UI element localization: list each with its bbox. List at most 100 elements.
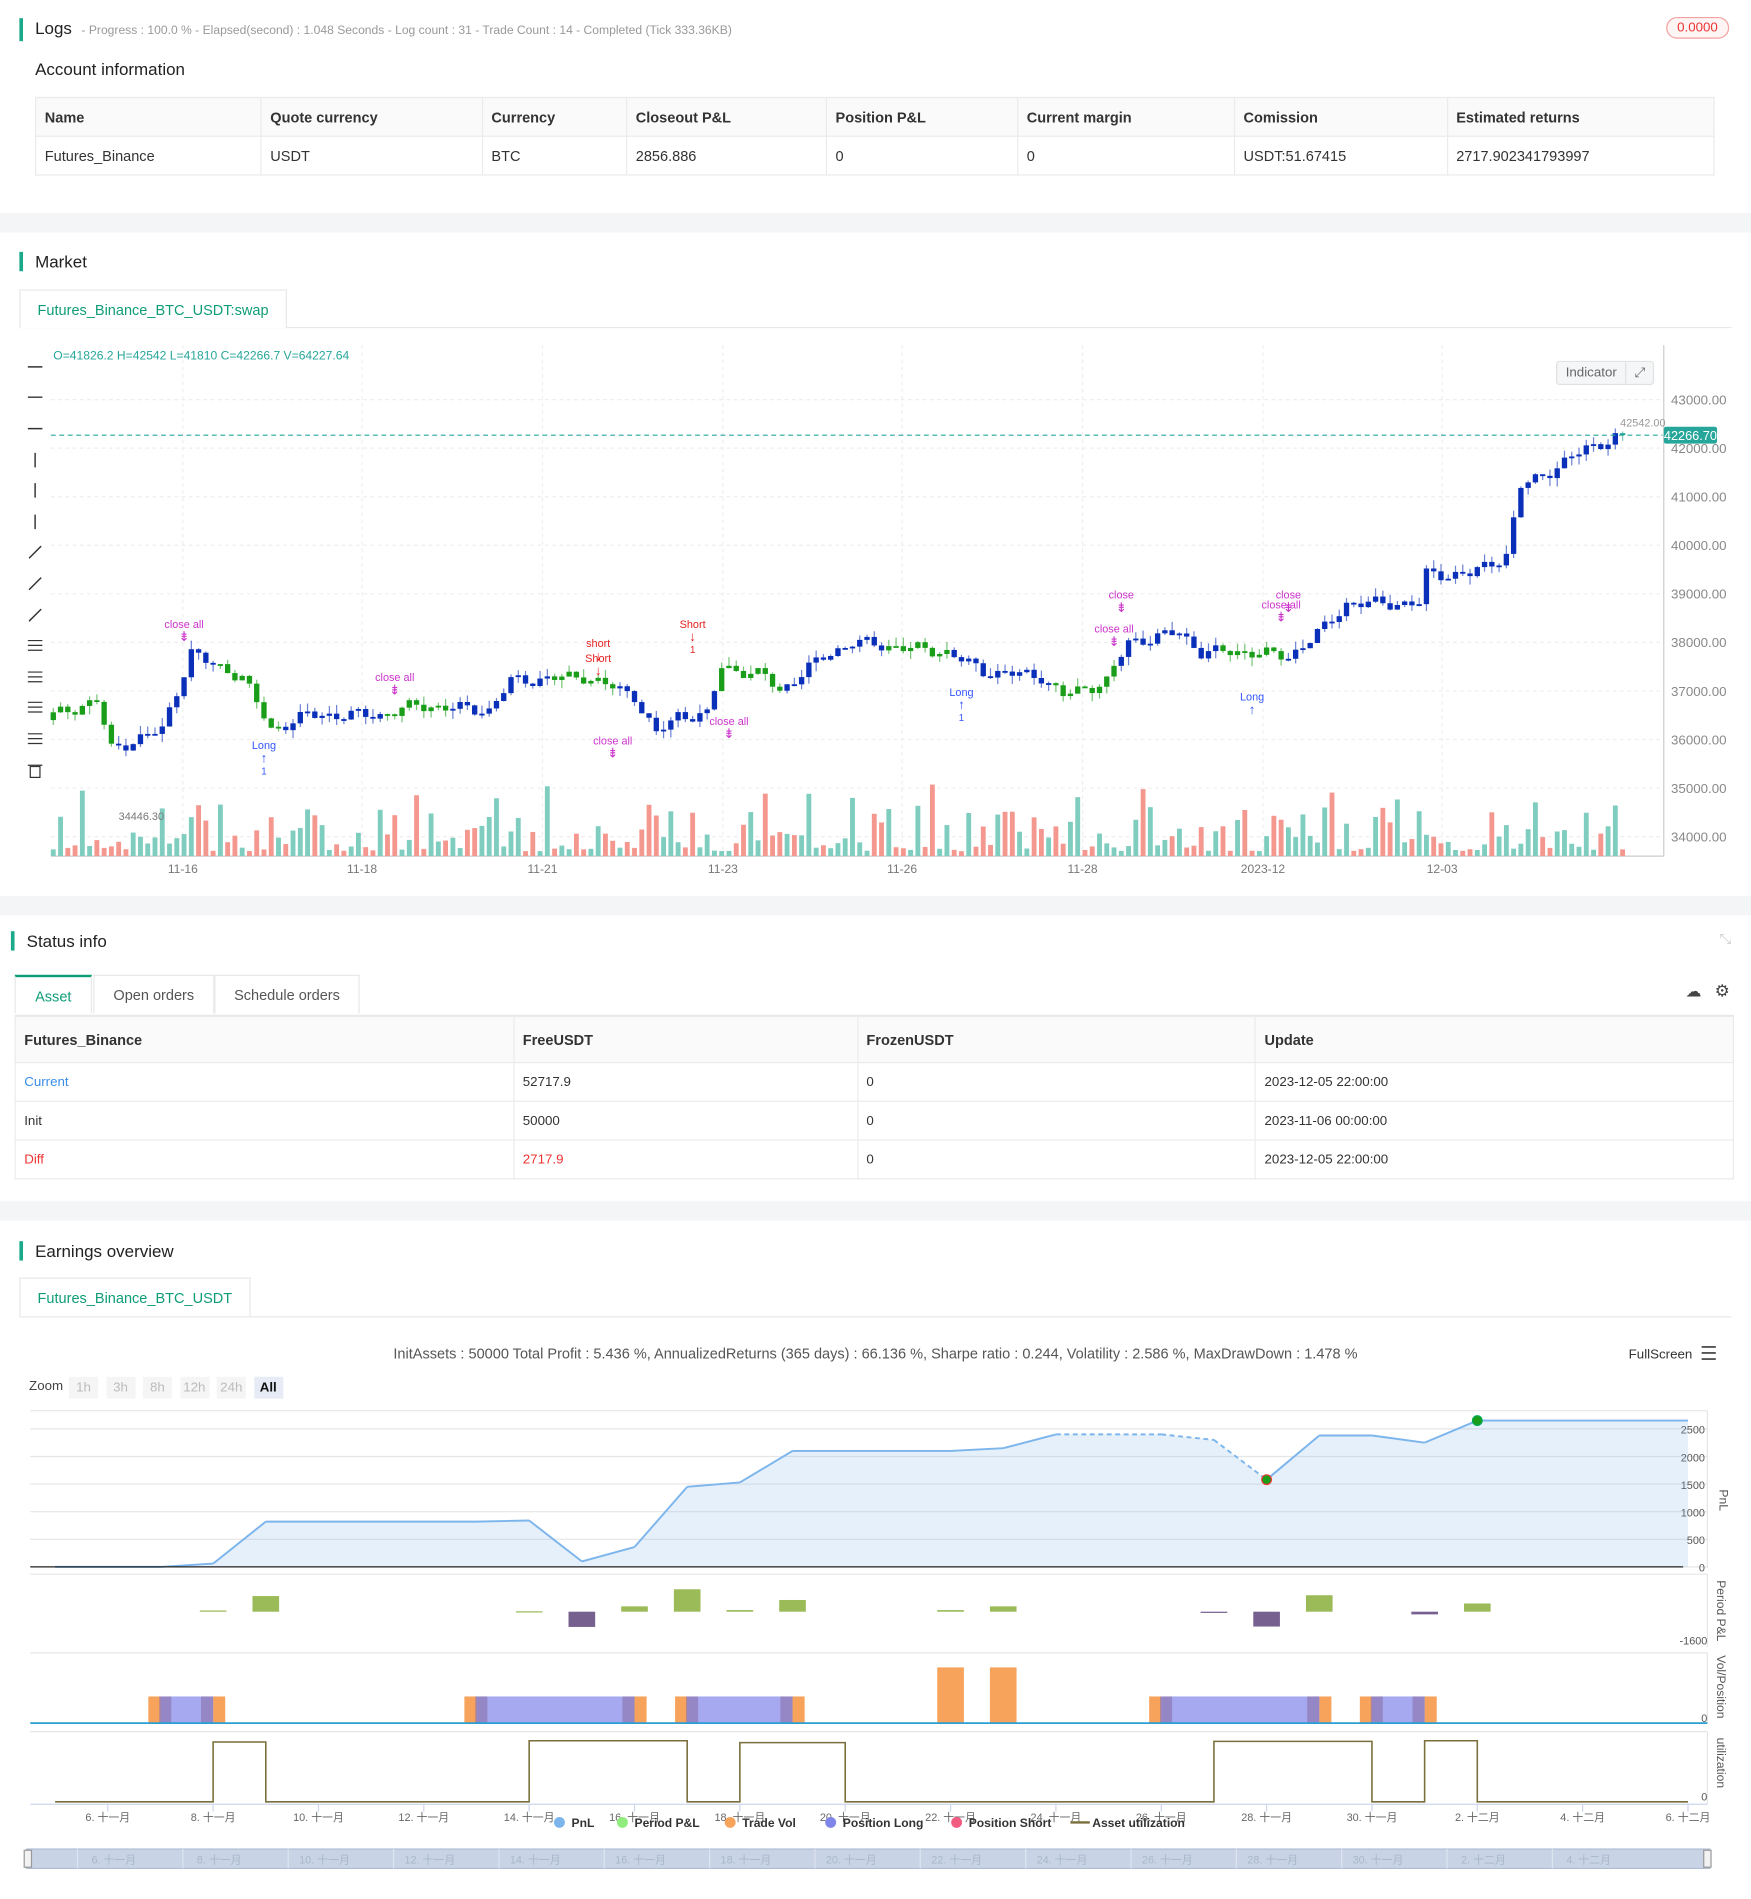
navigator-label: 28. 十一月 bbox=[1247, 1853, 1298, 1867]
volume-bar bbox=[1140, 789, 1146, 857]
menu-icon[interactable]: ☰ bbox=[1700, 1342, 1717, 1366]
legend-item[interactable]: PnL bbox=[553, 1816, 595, 1830]
asset-cell: 0 bbox=[856, 1100, 1257, 1141]
fullscreen-button[interactable]: FullScreen bbox=[1629, 1348, 1693, 1363]
volume-bar bbox=[777, 832, 783, 857]
legend-item[interactable]: Asset utilization bbox=[1070, 1816, 1185, 1830]
candle-body bbox=[1198, 647, 1204, 659]
status-tab-0[interactable]: Asset bbox=[14, 974, 93, 1014]
volume-bar bbox=[1612, 805, 1618, 857]
date-tick: 2023-12 bbox=[1241, 862, 1286, 876]
collapse-icon[interactable]: ⤡ bbox=[1719, 930, 1731, 948]
candle-body bbox=[1024, 669, 1030, 673]
position-overlap bbox=[1160, 1696, 1173, 1724]
status-tab-1[interactable]: Open orders bbox=[93, 974, 215, 1014]
candle-body bbox=[777, 686, 783, 691]
candle-body bbox=[610, 684, 616, 689]
legend-label: Position Short bbox=[969, 1816, 1052, 1830]
zoom-All[interactable]: All bbox=[253, 1376, 283, 1399]
earnings-chart[interactable]: 25002000150010005000PnL-1600 Period P&L0V… bbox=[0, 1405, 1751, 1889]
volume-bar bbox=[508, 831, 514, 857]
candle-body bbox=[1300, 648, 1306, 651]
volume-bar bbox=[196, 805, 202, 857]
candle-body bbox=[1590, 444, 1597, 446]
candle-body bbox=[704, 709, 710, 714]
position-overlap bbox=[622, 1696, 635, 1724]
candlestick-chart[interactable]: 43000.0042000.0041000.0040000.0039000.00… bbox=[0, 339, 1751, 884]
candle-body bbox=[849, 646, 856, 649]
volume-bar bbox=[1503, 825, 1509, 857]
candle-body bbox=[1322, 621, 1328, 629]
zoom-24h[interactable]: 24h bbox=[216, 1376, 246, 1399]
trade-vol-bar bbox=[1359, 1696, 1372, 1724]
candle-body bbox=[1358, 603, 1364, 608]
volume-bar bbox=[341, 850, 347, 857]
volume-bar bbox=[138, 836, 143, 857]
navigator-handle-right[interactable] bbox=[1703, 1849, 1712, 1868]
candle-body bbox=[864, 636, 870, 640]
zoom-1h[interactable]: 1h bbox=[69, 1376, 99, 1399]
candle-body bbox=[958, 657, 965, 662]
volume-bar bbox=[1394, 799, 1400, 857]
volume-bar bbox=[1358, 849, 1364, 857]
candle-body bbox=[995, 670, 1001, 678]
volume-bar bbox=[842, 838, 848, 857]
volume-bar bbox=[108, 846, 114, 857]
volume-bar bbox=[1351, 850, 1357, 857]
candle-body bbox=[987, 676, 994, 679]
candle-body bbox=[123, 745, 129, 751]
candle-body bbox=[1002, 670, 1008, 673]
volume-bar bbox=[857, 842, 863, 857]
volume-bar bbox=[1511, 848, 1517, 857]
candle-body bbox=[1075, 686, 1081, 694]
volume-bar bbox=[1474, 850, 1480, 857]
candle-body bbox=[595, 677, 601, 681]
candle-body bbox=[559, 676, 565, 680]
price-tick: 43000.00 bbox=[1671, 392, 1726, 407]
logs-section: Logs - Progress : 100.0 % - Elapsed(seco… bbox=[19, 18, 732, 42]
candle-body bbox=[1227, 651, 1233, 656]
zoom-3h[interactable]: 3h bbox=[105, 1376, 136, 1399]
column-header: Estimated returns bbox=[1446, 96, 1715, 137]
market-tab[interactable]: Futures_Binance_BTC_USDT:swap bbox=[19, 289, 287, 329]
candle-body bbox=[348, 710, 354, 720]
candle-body bbox=[57, 706, 64, 713]
candle-body bbox=[551, 676, 558, 680]
volume-bar bbox=[479, 825, 485, 857]
asset-cell: 0 bbox=[856, 1139, 1257, 1180]
volume-bar bbox=[1315, 842, 1320, 857]
volume-bar bbox=[864, 850, 870, 857]
indicator-button[interactable]: Indicator ⤢ bbox=[1556, 360, 1655, 386]
period-pnl-bar bbox=[621, 1606, 648, 1612]
trade-vol-bar bbox=[1424, 1696, 1437, 1724]
earnings-tab[interactable]: Futures_Binance_BTC_USDT bbox=[19, 1277, 251, 1317]
candle-body bbox=[588, 680, 594, 684]
navigator-handle-left[interactable] bbox=[23, 1849, 33, 1868]
date-tick: 11-28 bbox=[1068, 862, 1098, 876]
expand-icon[interactable]: ⤢ bbox=[1626, 362, 1653, 384]
volume-bar bbox=[799, 835, 805, 857]
volume-bar bbox=[748, 812, 754, 857]
account-cell: USDT bbox=[260, 135, 483, 176]
zoom-12h[interactable]: 12h bbox=[179, 1376, 209, 1399]
status-tab-2[interactable]: Schedule orders bbox=[214, 974, 360, 1014]
volume-bar bbox=[1031, 817, 1037, 857]
asset-cell: Current bbox=[14, 1061, 515, 1102]
trade-vol-bar bbox=[148, 1696, 161, 1724]
legend-marker-icon bbox=[951, 1816, 963, 1828]
volume-bar bbox=[828, 848, 834, 857]
volume-bar bbox=[879, 822, 884, 857]
cloud-upload-icon[interactable]: ☁ bbox=[1686, 982, 1702, 1001]
volume-bar bbox=[726, 850, 732, 857]
candle-body bbox=[1372, 596, 1379, 602]
zoom-8h[interactable]: 8h bbox=[142, 1376, 172, 1399]
candle-body bbox=[472, 705, 478, 715]
candle-body bbox=[50, 712, 56, 721]
x-tick-label: 4. 十二月 bbox=[1560, 1810, 1605, 1824]
candle-body bbox=[1162, 630, 1168, 634]
gear-icon[interactable]: ⚙ bbox=[1715, 981, 1730, 1002]
candle-body bbox=[1285, 658, 1292, 661]
candle-body bbox=[1111, 665, 1117, 677]
price-tick: 35000.00 bbox=[1671, 781, 1726, 796]
navigator-label: 30. 十一月 bbox=[1353, 1853, 1404, 1867]
